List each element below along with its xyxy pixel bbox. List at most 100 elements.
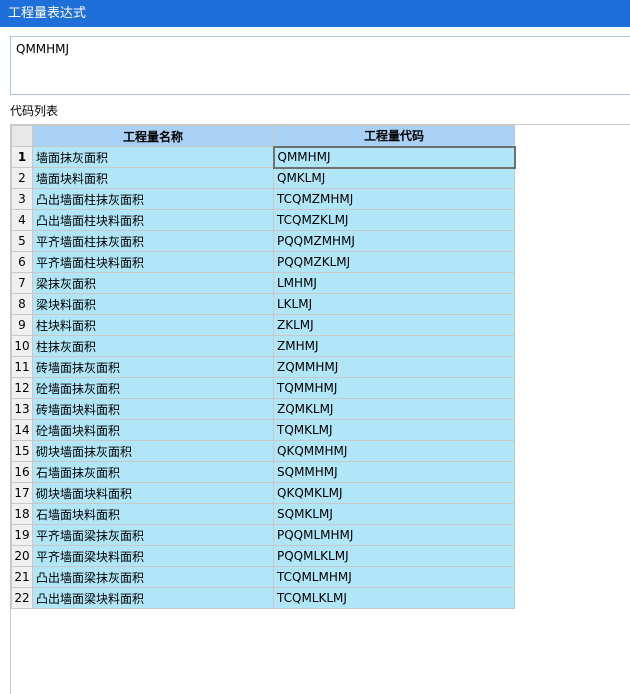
row-number[interactable]: 19 — [11, 524, 33, 546]
quantity-code-cell[interactable]: PQQMLMHMJ — [273, 524, 515, 546]
row-number[interactable]: 3 — [11, 188, 33, 210]
table-row[interactable]: 19 平齐墙面梁抹灰面积 PQQMLMHMJ — [11, 524, 515, 546]
table-row[interactable]: 3 凸出墙面柱抹灰面积 TCQMZMHMJ — [11, 188, 515, 210]
row-number[interactable]: 14 — [11, 419, 33, 441]
table-row[interactable]: 20 平齐墙面梁块料面积 PQQMLKLMJ — [11, 545, 515, 567]
row-number[interactable]: 11 — [11, 356, 33, 378]
header-row: 工程量名称 工程量代码 — [11, 125, 515, 147]
quantity-name-cell[interactable]: 石墙面抹灰面积 — [32, 461, 274, 483]
quantity-code-cell[interactable]: PQQMZMHMJ — [273, 230, 515, 252]
column-header-name[interactable]: 工程量名称 — [32, 125, 274, 147]
quantity-code-cell[interactable]: TQMKLMJ — [273, 419, 515, 441]
quantity-name-cell[interactable]: 平齐墙面柱抹灰面积 — [32, 230, 274, 252]
table-row[interactable]: 12 砼墙面抹灰面积 TQMMHMJ — [11, 377, 515, 399]
table-row[interactable]: 17 砌块墙面块料面积 QKQMKLMJ — [11, 482, 515, 504]
table-body: 1 墙面抹灰面积 QMMHMJ 2 墙面块料面积 QMKLMJ 3 凸出墙面柱抹灰面积 TCQM… — [11, 145, 516, 609]
code-table: 工程量名称 工程量代码 1 墙面抹灰面积 QMMHMJ 2 墙面块料面积 QMKLMJ 3 凸… — [11, 125, 516, 609]
quantity-code-cell[interactable]: PQQMLKLMJ — [273, 545, 515, 567]
table-row[interactable]: 18 石墙面块料面积 SQMKLMJ — [11, 503, 515, 525]
quantity-code-cell[interactable]: LKLMJ — [273, 293, 515, 315]
table-row[interactable]: 1 墙面抹灰面积 QMMHMJ — [11, 145, 516, 169]
corner-cell[interactable] — [11, 125, 33, 147]
quantity-code-cell[interactable]: QMMHMJ — [272, 145, 516, 169]
quantity-code-cell[interactable]: QMKLMJ — [273, 167, 515, 189]
table-row[interactable]: 22 凸出墙面梁块料面积 TCQMLKLMJ — [11, 587, 515, 609]
table-row[interactable]: 16 石墙面抹灰面积 SQMMHMJ — [11, 461, 515, 483]
row-number[interactable]: 5 — [11, 230, 33, 252]
quantity-name-cell[interactable]: 砼墙面块料面积 — [32, 419, 274, 441]
quantity-code-cell[interactable]: ZMHMJ — [273, 335, 515, 357]
row-number[interactable]: 18 — [11, 503, 33, 525]
code-list-label: 代码列表 — [10, 104, 59, 118]
row-number[interactable]: 17 — [11, 482, 33, 504]
row-number[interactable]: 22 — [11, 587, 33, 609]
row-number[interactable]: 15 — [11, 440, 33, 462]
quantity-code-cell[interactable]: PQQMZKLMJ — [273, 251, 515, 273]
table-row[interactable]: 11 砖墙面抹灰面积 ZQMMHMJ — [11, 356, 515, 378]
row-number[interactable]: 8 — [11, 293, 33, 315]
quantity-code-cell[interactable]: ZQMKLMJ — [273, 398, 515, 420]
table-row[interactable]: 13 砖墙面块料面积 ZQMKLMJ — [11, 398, 515, 420]
code-list-grid[interactable]: 工程量名称 工程量代码 1 墙面抹灰面积 QMMHMJ 2 墙面块料面积 QMKLMJ 3 凸… — [10, 124, 630, 694]
quantity-name-cell[interactable]: 凸出墙面梁抹灰面积 — [32, 566, 274, 588]
quantity-name-cell[interactable]: 凸出墙面柱块料面积 — [32, 209, 274, 231]
quantity-code-cell[interactable]: TCQMLKLMJ — [273, 587, 515, 609]
quantity-code-cell[interactable]: QKQMKLMJ — [273, 482, 515, 504]
quantity-code-cell[interactable]: SQMKLMJ — [273, 503, 515, 525]
quantity-name-cell[interactable]: 平齐墙面柱块料面积 — [32, 251, 274, 273]
row-number[interactable]: 16 — [11, 461, 33, 483]
table-row[interactable]: 21 凸出墙面梁抹灰面积 TCQMLMHMJ — [11, 566, 515, 588]
row-number[interactable]: 12 — [11, 377, 33, 399]
quantity-name-cell[interactable]: 凸出墙面柱抹灰面积 — [32, 188, 274, 210]
quantity-name-cell[interactable]: 梁抹灰面积 — [32, 272, 274, 294]
row-number[interactable]: 21 — [11, 566, 33, 588]
quantity-code-cell[interactable]: TCQMZMHMJ — [273, 188, 515, 210]
quantity-code-cell[interactable]: TCQMLMHMJ — [273, 566, 515, 588]
column-header-code[interactable]: 工程量代码 — [273, 125, 515, 147]
table-row[interactable]: 10 柱抹灰面积 ZMHMJ — [11, 335, 515, 357]
quantity-code-cell[interactable]: TQMMHMJ — [273, 377, 515, 399]
expression-value: QMMHMJ — [16, 42, 70, 56]
table-row[interactable]: 14 砼墙面块料面积 TQMKLMJ — [11, 419, 515, 441]
quantity-name-cell[interactable]: 凸出墙面梁块料面积 — [32, 587, 274, 609]
quantity-name-cell[interactable]: 平齐墙面梁抹灰面积 — [32, 524, 274, 546]
table-row[interactable]: 4 凸出墙面柱块料面积 TCQMZKLMJ — [11, 209, 515, 231]
quantity-code-cell[interactable]: ZKLMJ — [273, 314, 515, 336]
quantity-code-cell[interactable]: QKQMMHMJ — [273, 440, 515, 462]
quantity-name-cell[interactable]: 石墙面块料面积 — [32, 503, 274, 525]
row-number[interactable]: 4 — [11, 209, 33, 231]
table-row[interactable]: 7 梁抹灰面积 LMHMJ — [11, 272, 515, 294]
table-row[interactable]: 5 平齐墙面柱抹灰面积 PQQMZMHMJ — [11, 230, 515, 252]
quantity-name-cell[interactable]: 砖墙面抹灰面积 — [32, 356, 274, 378]
row-number[interactable]: 13 — [11, 398, 33, 420]
quantity-code-cell[interactable]: SQMMHMJ — [273, 461, 515, 483]
row-number[interactable]: 6 — [11, 251, 33, 273]
quantity-name-cell[interactable]: 梁块料面积 — [32, 293, 274, 315]
quantity-code-cell[interactable]: TCQMZKLMJ — [273, 209, 515, 231]
quantity-name-cell[interactable]: 墙面块料面积 — [32, 167, 274, 189]
quantity-name-cell[interactable]: 柱块料面积 — [32, 314, 274, 336]
table-row[interactable]: 9 柱块料面积 ZKLMJ — [11, 314, 515, 336]
row-number[interactable]: 2 — [11, 167, 33, 189]
quantity-name-cell[interactable]: 砌块墙面块料面积 — [32, 482, 274, 504]
quantity-name-cell[interactable]: 柱抹灰面积 — [32, 335, 274, 357]
row-number[interactable]: 9 — [11, 314, 33, 336]
quantity-name-cell[interactable]: 砼墙面抹灰面积 — [32, 377, 274, 399]
table-row[interactable]: 2 墙面块料面积 QMKLMJ — [11, 167, 515, 189]
expression-input[interactable]: QMMHMJ — [10, 36, 630, 95]
table-row[interactable]: 15 砌块墙面抹灰面积 QKQMMHMJ — [11, 440, 515, 462]
window-title: 工程量表达式 — [8, 6, 87, 21]
row-number[interactable]: 10 — [11, 335, 33, 357]
quantity-name-cell[interactable]: 砖墙面块料面积 — [32, 398, 274, 420]
quantity-code-cell[interactable]: LMHMJ — [273, 272, 515, 294]
row-number[interactable]: 20 — [11, 545, 33, 567]
quantity-name-cell[interactable]: 墙面抹灰面积 — [32, 146, 274, 168]
table-row[interactable]: 6 平齐墙面柱块料面积 PQQMZKLMJ — [11, 251, 515, 273]
quantity-name-cell[interactable]: 平齐墙面梁块料面积 — [32, 545, 274, 567]
row-number[interactable]: 7 — [11, 272, 33, 294]
row-number[interactable]: 1 — [11, 146, 33, 168]
quantity-code-cell[interactable]: ZQMMHMJ — [273, 356, 515, 378]
quantity-name-cell[interactable]: 砌块墙面抹灰面积 — [32, 440, 274, 462]
table-row[interactable]: 8 梁块料面积 LKLMJ — [11, 293, 515, 315]
window-titlebar: 工程量表达式 — [0, 0, 630, 27]
